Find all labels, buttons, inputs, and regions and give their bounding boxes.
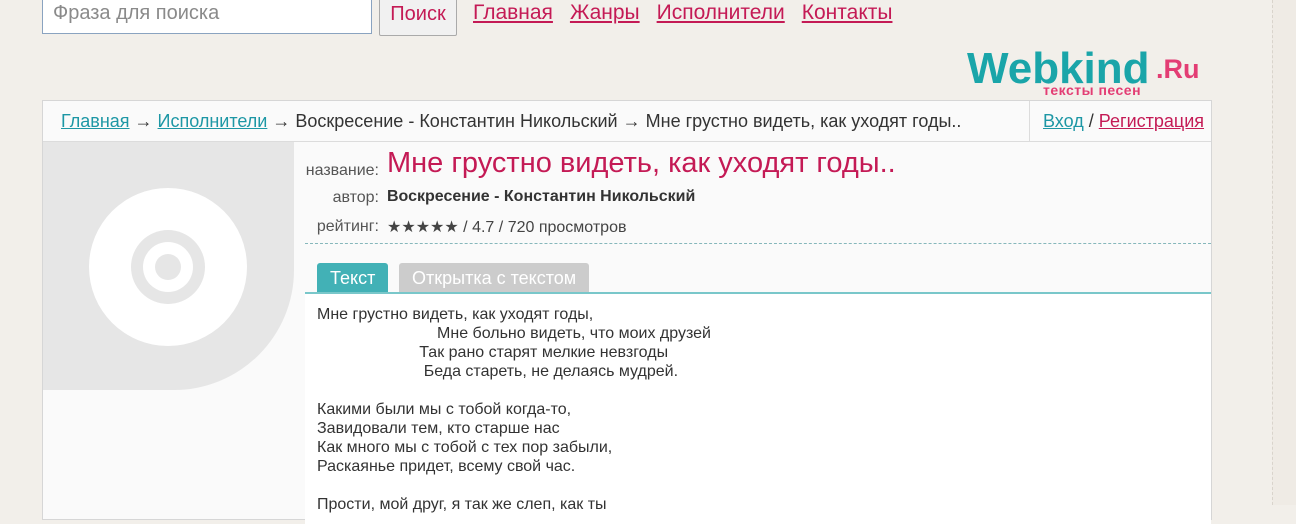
register-link[interactable]: Регистрация — [1099, 111, 1204, 131]
breadcrumb-separator: → — [134, 111, 153, 131]
song-title: Мне грустно видеть, как уходят годы.. — [387, 147, 896, 179]
auth-separator: / — [1088, 111, 1094, 131]
rating-label: рейтинг: — [316, 218, 379, 235]
tab-text[interactable]: Текст — [317, 263, 389, 293]
tab-postcard[interactable]: Открытка с текстом — [399, 263, 590, 293]
rating-line: ★★★★★ / 4.7 / 720 просмотров — [387, 219, 627, 236]
lyrics-text: Мне грустно видеть, как уходят годы, Мне… — [317, 306, 711, 513]
login-link[interactable]: Вход — [1043, 111, 1084, 131]
author-label: автор: — [332, 189, 379, 206]
breadcrumb-artist: Воскресение - Константин Никольский — [295, 111, 618, 131]
nav-link-genres[interactable]: Жанры — [570, 1, 640, 25]
breadcrumb-separator: → — [622, 111, 641, 131]
views-count: 720 просмотров — [507, 219, 627, 236]
breadcrumb-separator: → — [272, 111, 291, 131]
search-button[interactable]: Поиск — [379, 0, 457, 36]
divider — [305, 243, 1211, 244]
top-navigation: Главная Жанры Исполнители Контакты — [473, 1, 892, 25]
breadcrumb-artists[interactable]: Исполнители — [158, 111, 268, 131]
breadcrumb-bar: Главная → Исполнители → Воскресение - Ко… — [43, 101, 1211, 142]
search-input[interactable] — [42, 0, 372, 34]
breadcrumb: Главная → Исполнители → Воскресение - Ко… — [61, 111, 961, 132]
song-card: Главная → Исполнители → Воскресение - Ко… — [42, 100, 1212, 524]
breadcrumb-home[interactable]: Главная — [61, 111, 130, 131]
disc-icon — [89, 188, 247, 346]
song-author[interactable]: Воскресение - Константин Никольский — [387, 188, 695, 206]
nav-link-contacts[interactable]: Контакты — [802, 1, 893, 25]
auth-box: Вход / Регистрация — [1029, 101, 1212, 141]
title-label: название: — [305, 162, 379, 179]
rating-stars[interactable]: ★★★★★ — [387, 219, 459, 236]
nav-link-home[interactable]: Главная — [473, 1, 553, 25]
logo-domain: .Ru — [1156, 54, 1200, 84]
breadcrumb-song: Мне грустно видеть, как уходят годы.. — [645, 111, 962, 131]
logo-tagline: тексты песен — [1043, 82, 1142, 98]
site-logo[interactable]: Webkind .Ru тексты песен — [967, 44, 1207, 99]
nav-link-artists[interactable]: Исполнители — [657, 1, 785, 25]
rating-value: 4.7 — [472, 219, 495, 236]
lyrics-panel: Мне грустно видеть, как уходят годы, Мне… — [305, 294, 1211, 524]
album-cover-placeholder — [43, 142, 294, 390]
page-edge-decoration — [1272, 0, 1296, 505]
